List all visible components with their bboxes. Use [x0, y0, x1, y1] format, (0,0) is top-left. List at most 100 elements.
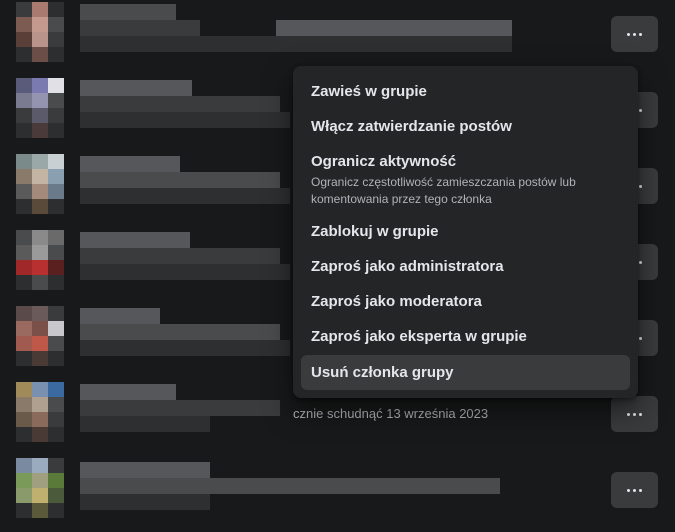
redacted-text [80, 188, 290, 204]
avatar-pixel [32, 199, 48, 214]
avatar-pixel [32, 108, 48, 123]
avatar[interactable] [16, 154, 64, 214]
dot [639, 108, 642, 112]
avatar-pixel [48, 412, 64, 427]
avatar-pixel [32, 306, 48, 321]
avatar-pixel [32, 169, 48, 184]
avatar-pixel [16, 397, 32, 412]
avatar-pixel [32, 473, 48, 488]
menu-item-invite-admin[interactable]: Zaproś jako administratora [301, 257, 630, 279]
avatar-pixel [48, 427, 64, 442]
menu-item-limit-activity[interactable]: Ogranicz aktywność Ogranicz częstotliwoś… [301, 152, 630, 210]
more-horizontal-icon [627, 32, 642, 36]
redacted-text [80, 494, 210, 510]
menu-item-description: Ogranicz częstotliwość zamieszczania pos… [311, 175, 576, 206]
avatar-pixel [48, 488, 64, 503]
avatar[interactable] [16, 306, 64, 366]
menu-item-label: Zaproś jako eksperta w grupie [311, 328, 527, 345]
avatar-pixel [16, 184, 32, 199]
dot [639, 32, 642, 36]
avatar-pixel [16, 17, 32, 32]
avatar-pixel [32, 123, 48, 138]
avatar-pixel [48, 199, 64, 214]
avatar-pixel [32, 321, 48, 336]
avatar[interactable] [16, 458, 64, 518]
menu-item-invite-moderator[interactable]: Zaproś jako moderatora [301, 292, 630, 314]
redacted-text [80, 96, 280, 112]
avatar-pixel [48, 184, 64, 199]
menu-item-label: Zaproś jako moderatora [311, 293, 482, 310]
avatar-pixel [32, 412, 48, 427]
avatar-pixel [48, 275, 64, 290]
menu-item-label: Zablokuj w grupie [311, 223, 439, 240]
menu-item-label: Usuń członka grupy [311, 363, 454, 381]
avatar-pixel [48, 321, 64, 336]
dot [633, 32, 636, 36]
avatar-pixel [32, 32, 48, 47]
redacted-text [80, 478, 500, 494]
avatar-pixel [16, 488, 32, 503]
member-actions-menu: Zawieś w grupie Włącz zatwierdzanie post… [293, 66, 638, 398]
avatar-pixel [48, 503, 64, 518]
redacted-text [276, 36, 512, 52]
avatar-pixel [32, 382, 48, 397]
dot [639, 488, 642, 492]
avatar-pixel [16, 154, 32, 169]
avatar-pixel [16, 382, 32, 397]
avatar-pixel [32, 275, 48, 290]
avatar-pixel [16, 2, 32, 17]
avatar-pixel [16, 78, 32, 93]
dot [639, 184, 642, 188]
dot [627, 32, 630, 36]
menu-item-label: Włącz zatwierdzanie postów [311, 118, 512, 135]
avatar-pixel [48, 123, 64, 138]
avatar-pixel [16, 458, 32, 473]
redacted-text [80, 308, 160, 324]
avatar-pixel [16, 123, 32, 138]
avatar-pixel [48, 260, 64, 275]
menu-item-remove-member[interactable]: Usuń członka grupy [301, 355, 630, 390]
avatar-pixel [16, 32, 32, 47]
dot [639, 336, 642, 340]
avatar[interactable] [16, 2, 64, 62]
avatar[interactable] [16, 230, 64, 290]
avatar-pixel [48, 473, 64, 488]
member-options-button[interactable] [611, 472, 658, 508]
avatar-pixel [48, 336, 64, 351]
menu-item-label: Zaproś jako administratora [311, 258, 504, 275]
dot [633, 412, 636, 416]
menu-item-label: Zawieś w grupie [311, 83, 427, 100]
menu-item-block[interactable]: Zablokuj w grupie [301, 222, 630, 244]
dot [627, 488, 630, 492]
avatar-pixel [32, 336, 48, 351]
avatar-pixel [32, 2, 48, 17]
redacted-text [80, 462, 210, 478]
redacted-text [80, 4, 176, 20]
avatar-pixel [32, 230, 48, 245]
member-options-button[interactable] [611, 16, 658, 52]
avatar[interactable] [16, 382, 64, 442]
avatar-pixel [48, 154, 64, 169]
avatar-pixel [16, 169, 32, 184]
menu-item-label: Ogranicz aktywność [311, 153, 457, 170]
avatar-pixel [48, 230, 64, 245]
avatar-pixel [16, 230, 32, 245]
member-info-text: cznie schudnąć 13 września 2023 [293, 406, 489, 421]
avatar-pixel [48, 306, 64, 321]
avatar-pixel [48, 78, 64, 93]
menu-item-suspend[interactable]: Zawieś w grupie [301, 82, 630, 104]
avatar-pixel [48, 382, 64, 397]
avatar-pixel [16, 93, 32, 108]
redacted-text [80, 20, 200, 36]
avatar-pixel [16, 199, 32, 214]
avatar-pixel [48, 93, 64, 108]
menu-item-invite-expert[interactable]: Zaproś jako eksperta w grupie [301, 327, 630, 349]
menu-item-enable-post-approval[interactable]: Włącz zatwierdzanie postów [301, 117, 630, 139]
avatar-pixel [32, 351, 48, 366]
avatar[interactable] [16, 78, 64, 138]
avatar-pixel [16, 412, 32, 427]
avatar-pixel [16, 108, 32, 123]
member-options-button[interactable] [611, 396, 658, 432]
avatar-pixel [32, 397, 48, 412]
avatar-pixel [32, 184, 48, 199]
